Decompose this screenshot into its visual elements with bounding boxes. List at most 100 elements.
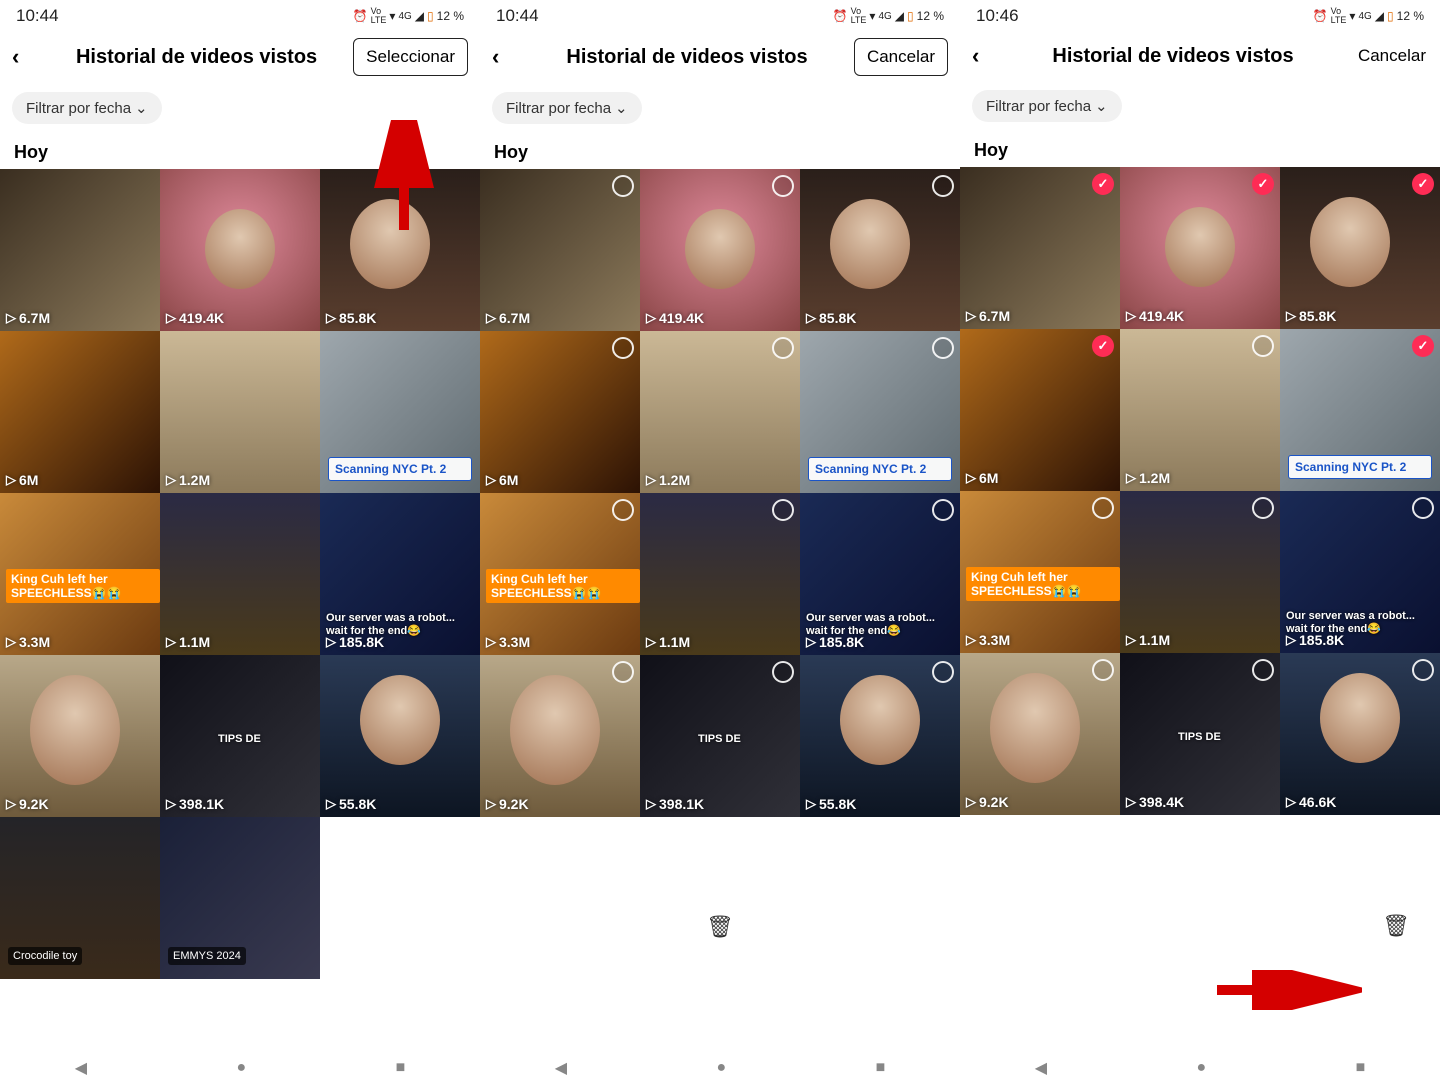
selection-ring-icon[interactable] xyxy=(612,661,634,683)
volte-icon: VoLTE xyxy=(371,7,387,25)
nav-recent-icon[interactable]: ■ xyxy=(1356,1059,1366,1077)
video-thumbnail[interactable]: 55.8K xyxy=(320,655,480,817)
video-thumbnail[interactable]: King Cuh left her SPEECHLESS😭😭 3.3M xyxy=(960,491,1120,653)
video-thumbnail[interactable]: TIPS DE 398.4K xyxy=(1120,653,1280,815)
select-toggle-button[interactable]: Seleccionar xyxy=(353,38,468,76)
video-thumbnail[interactable]: 419.4K xyxy=(640,169,800,331)
selection-checked-icon[interactable]: ✓ xyxy=(1092,335,1114,357)
system-nav-bar: ◀ ● ■ xyxy=(960,1036,1440,1092)
video-thumbnail[interactable]: 1.2M xyxy=(160,331,320,493)
filter-by-date-chip[interactable]: Filtrar por fecha⌄ xyxy=(972,90,1122,122)
filter-by-date-chip[interactable]: Filtrar por fecha⌄ xyxy=(492,92,642,124)
page-title: Historial de videos vistos xyxy=(530,46,844,69)
video-thumbnail[interactable]: 1.1M xyxy=(640,493,800,655)
page-title: Historial de videos vistos xyxy=(1010,45,1336,68)
selection-ring-icon[interactable] xyxy=(612,499,634,521)
selection-checked-icon[interactable]: ✓ xyxy=(1252,173,1274,195)
video-thumbnail[interactable]: 1.1M xyxy=(1120,491,1280,653)
video-thumbnail[interactable]: 6.7M xyxy=(480,169,640,331)
video-thumbnail[interactable]: 46.6K xyxy=(1280,653,1440,815)
video-thumbnail[interactable]: 9.2K xyxy=(480,655,640,817)
back-button[interactable]: ‹ xyxy=(492,44,520,70)
nav-home-icon[interactable]: ● xyxy=(716,1059,726,1077)
view-count: 419.4K xyxy=(646,310,704,326)
selection-ring-icon[interactable] xyxy=(1412,497,1434,519)
video-thumbnail[interactable]: Our server was a robot... wait for the e… xyxy=(320,493,480,655)
video-thumbnail[interactable]: 6M xyxy=(0,331,160,493)
selection-ring-icon[interactable] xyxy=(1252,497,1274,519)
selection-ring-icon[interactable] xyxy=(612,337,634,359)
video-thumbnail[interactable]: 9.2K xyxy=(0,655,160,817)
filter-by-date-chip[interactable]: Filtrar por fecha⌄ xyxy=(12,92,162,124)
video-thumbnail[interactable]: EMMYS 2024 xyxy=(160,817,320,979)
selection-ring-icon[interactable] xyxy=(612,175,634,197)
video-thumbnail[interactable]: Scanning NYC Pt. 2 xyxy=(320,331,480,493)
video-caption: Scanning NYC Pt. 2 xyxy=(808,457,952,481)
select-toggle-button[interactable]: Cancelar xyxy=(854,38,948,76)
view-count: 398.4K xyxy=(1126,794,1184,810)
video-thumbnail[interactable]: 1.1M xyxy=(160,493,320,655)
page-title: Historial de videos vistos xyxy=(50,46,343,69)
nav-home-icon[interactable]: ● xyxy=(236,1059,246,1077)
nav-back-icon[interactable]: ◀ xyxy=(75,1058,87,1078)
video-thumbnail[interactable]: TIPS DE 398.1K xyxy=(160,655,320,817)
selection-ring-icon[interactable] xyxy=(1092,497,1114,519)
trash-icon[interactable]: 🗑 xyxy=(706,914,734,940)
selection-ring-icon[interactable] xyxy=(932,499,954,521)
back-button[interactable]: ‹ xyxy=(12,44,40,70)
selection-checked-icon[interactable]: ✓ xyxy=(1412,173,1434,195)
selection-ring-icon[interactable] xyxy=(772,175,794,197)
video-thumbnail[interactable]: 85.8K ✓ xyxy=(1280,167,1440,329)
trash-icon[interactable]: 🗑 xyxy=(1382,913,1410,939)
video-thumbnail[interactable]: King Cuh left her SPEECHLESS😭😭 3.3M xyxy=(0,493,160,655)
video-thumbnail[interactable]: 1.2M xyxy=(1120,329,1280,491)
selection-ring-icon[interactable] xyxy=(932,337,954,359)
video-thumbnail[interactable]: 1.2M xyxy=(640,331,800,493)
selection-ring-icon[interactable] xyxy=(1252,335,1274,357)
video-thumbnail[interactable]: Our server was a robot... wait for the e… xyxy=(1280,491,1440,653)
select-toggle-button[interactable]: Cancelar xyxy=(1346,38,1428,74)
selection-ring-icon[interactable] xyxy=(772,499,794,521)
video-thumbnail[interactable]: Scanning NYC Pt. 2 xyxy=(800,331,960,493)
selection-ring-icon[interactable] xyxy=(1412,659,1434,681)
video-thumbnail[interactable]: 6.7M xyxy=(0,169,160,331)
video-thumbnail[interactable]: King Cuh left her SPEECHLESS😭😭 3.3M xyxy=(480,493,640,655)
selection-ring-icon[interactable] xyxy=(772,661,794,683)
selection-ring-icon[interactable] xyxy=(1252,659,1274,681)
selection-ring-icon[interactable] xyxy=(932,175,954,197)
nav-back-icon[interactable]: ◀ xyxy=(555,1058,567,1078)
video-thumbnail[interactable]: 6M xyxy=(480,331,640,493)
wifi-icon: ▾ xyxy=(1349,9,1355,23)
view-count: 6.7M xyxy=(486,310,530,326)
filter-row: Filtrar por fecha⌄ xyxy=(960,84,1440,132)
video-thumbnail[interactable]: 85.8K xyxy=(320,169,480,331)
nav-recent-icon[interactable]: ■ xyxy=(396,1059,406,1077)
selection-ring-icon[interactable] xyxy=(1092,659,1114,681)
video-thumbnail[interactable]: Our server was a robot... wait for the e… xyxy=(800,493,960,655)
volte-icon: VoLTE xyxy=(1331,7,1347,25)
nav-home-icon[interactable]: ● xyxy=(1196,1059,1206,1077)
volte-icon: VoLTE xyxy=(851,7,867,25)
video-thumbnail[interactable]: 85.8K xyxy=(800,169,960,331)
video-thumbnail[interactable]: TIPS DE 398.1K xyxy=(640,655,800,817)
selection-checked-icon[interactable]: ✓ xyxy=(1092,173,1114,195)
video-thumbnail[interactable]: 9.2K xyxy=(960,653,1120,815)
video-thumbnail[interactable]: Crocodile toy xyxy=(0,817,160,979)
alarm-icon: ⏰ xyxy=(833,9,848,23)
nav-back-icon[interactable]: ◀ xyxy=(1035,1058,1047,1078)
selection-ring-icon[interactable] xyxy=(772,337,794,359)
video-thumbnail[interactable]: 55.8K xyxy=(800,655,960,817)
video-thumbnail[interactable]: 419.4K ✓ xyxy=(1120,167,1280,329)
video-thumbnail[interactable]: 419.4K xyxy=(160,169,320,331)
selection-ring-icon[interactable] xyxy=(932,661,954,683)
view-count: 3.3M xyxy=(486,634,530,650)
video-thumbnail[interactable]: Scanning NYC Pt. 2 ✓ xyxy=(1280,329,1440,491)
header: ‹ Historial de videos vistos Seleccionar xyxy=(0,28,480,86)
video-caption: King Cuh left her SPEECHLESS😭😭 xyxy=(486,569,640,603)
back-button[interactable]: ‹ xyxy=(972,43,1000,69)
video-thumbnail[interactable]: 6M ✓ xyxy=(960,329,1120,491)
nav-recent-icon[interactable]: ■ xyxy=(876,1059,886,1077)
video-thumbnail[interactable]: 6.7M ✓ xyxy=(960,167,1120,329)
selection-checked-icon[interactable]: ✓ xyxy=(1412,335,1434,357)
clock: 10:44 xyxy=(496,6,539,26)
